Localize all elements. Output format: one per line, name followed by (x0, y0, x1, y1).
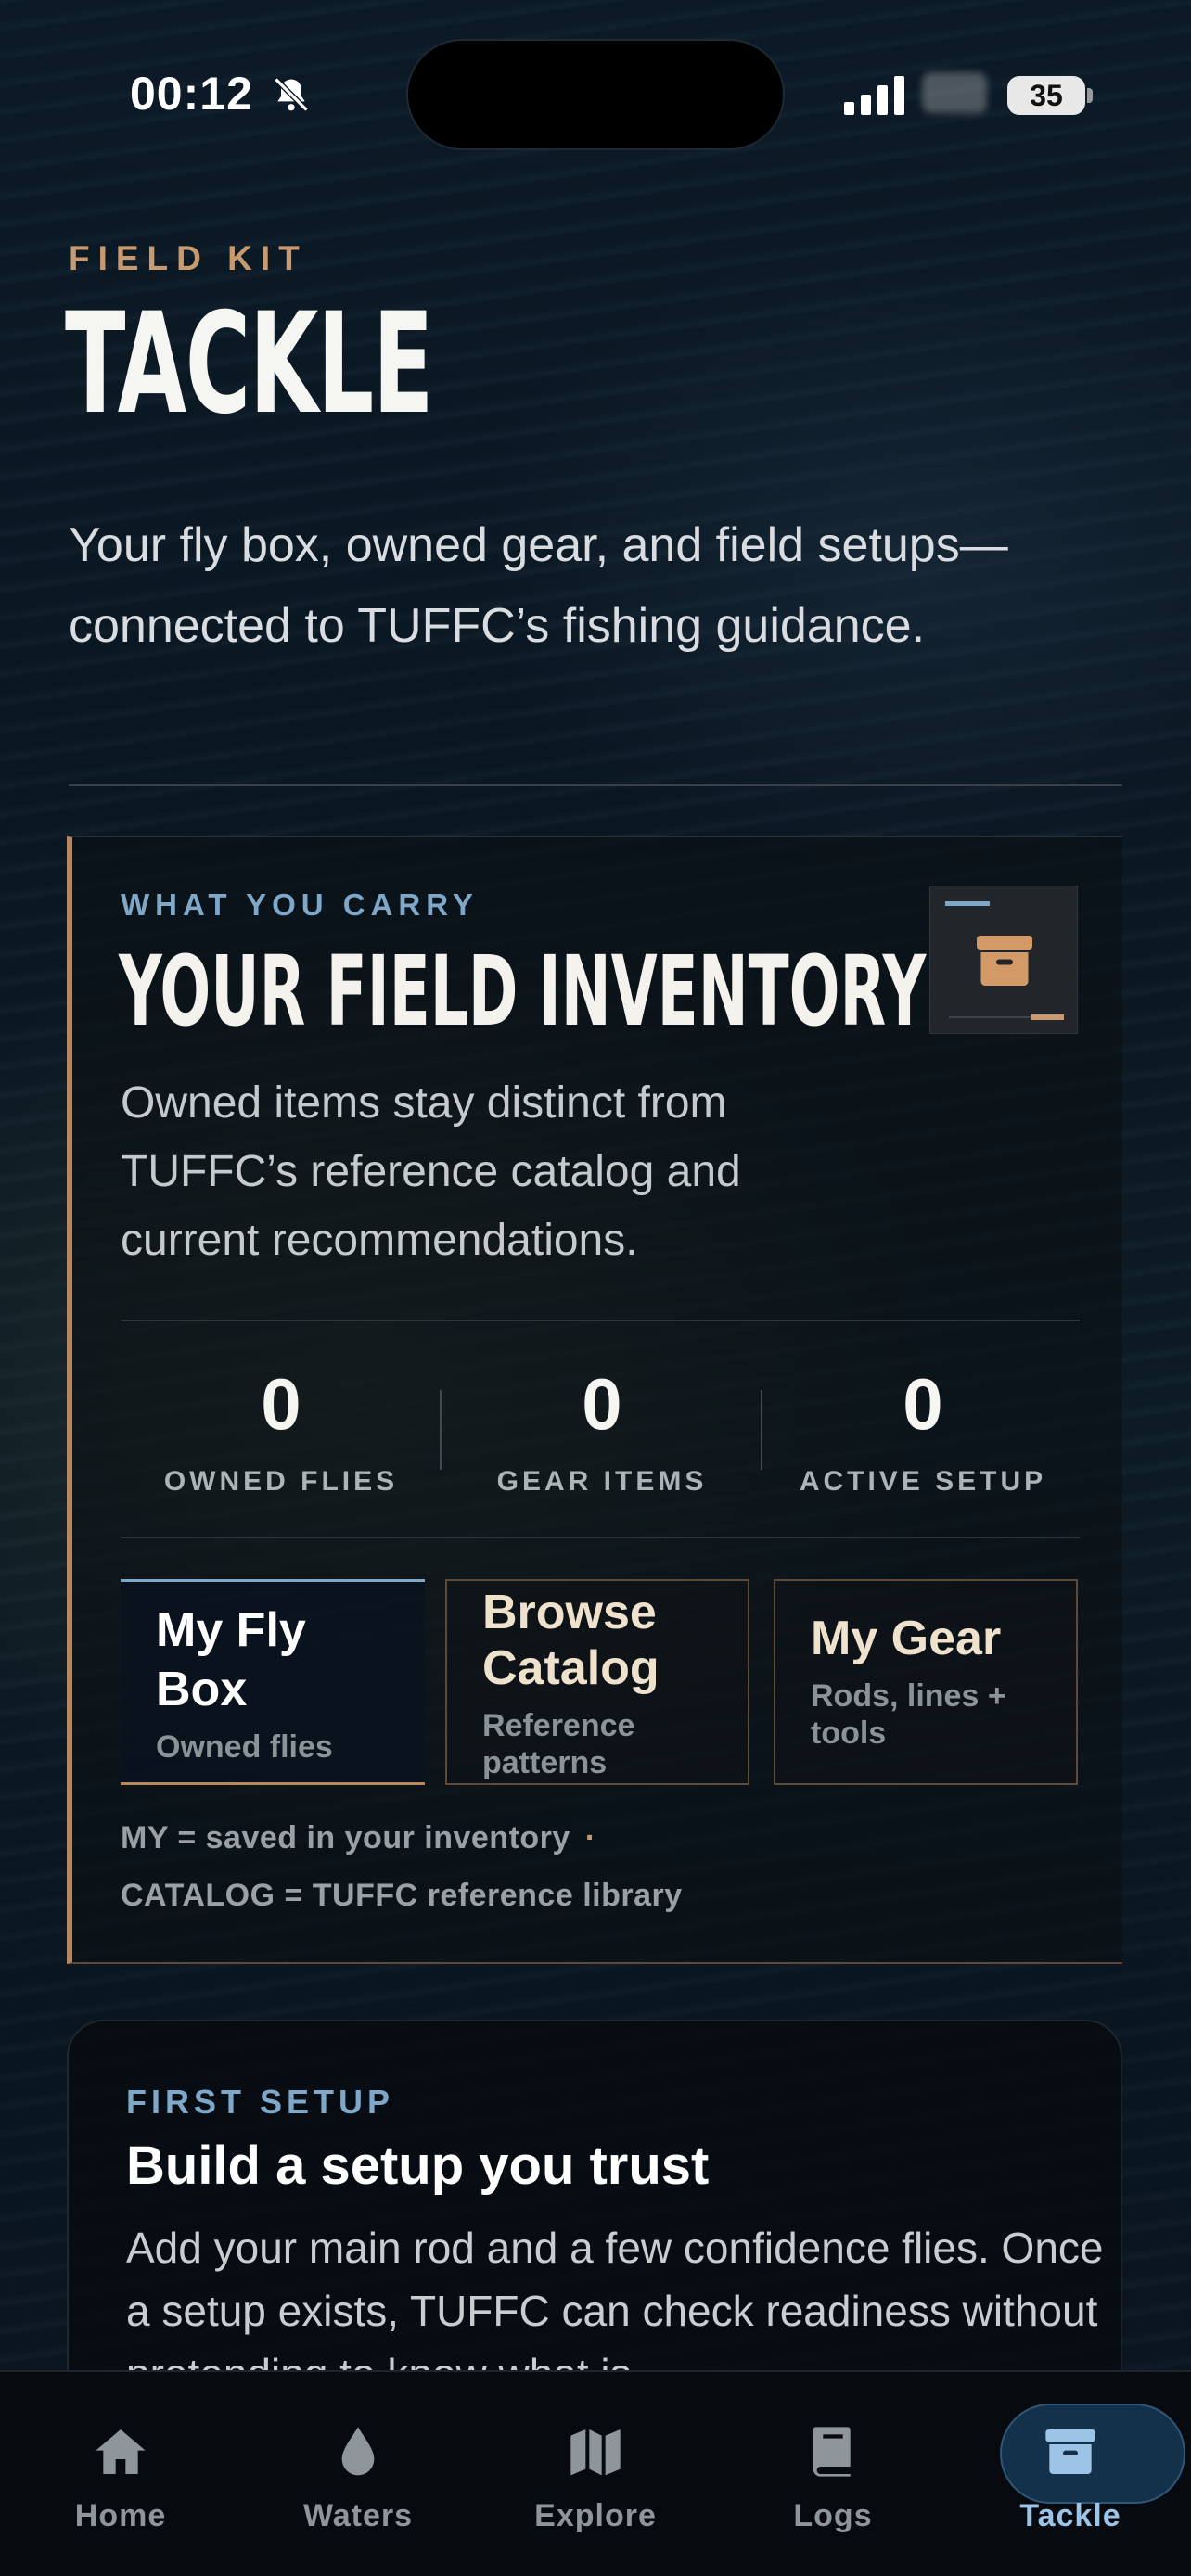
page-intro: Your fly box, owned gear, and field setu… (69, 518, 1008, 653)
tab-label: Waters (302, 2498, 414, 2533)
tab-label: Home (74, 2498, 167, 2533)
legend-my-text: MY = saved in your inventory (121, 1820, 570, 1855)
stat-active-setup: 0 ACTIVE SETUP (762, 1368, 1083, 1498)
tile-subtitle-line1: Reference (482, 1708, 635, 1743)
tab-logs[interactable]: Logs (714, 2372, 952, 2557)
tab-tackle[interactable]: Tackle (952, 2372, 1189, 2557)
page-title: TACKLE (65, 284, 434, 445)
browse-catalog-button[interactable]: Browse Catalog Reference patterns (445, 1579, 749, 1785)
tab-waters[interactable]: Waters (239, 2372, 477, 2557)
tile-title-line1: Browse (482, 1586, 657, 1639)
page-eyebrow: FIELD KIT (69, 239, 308, 277)
setup-title: Build a setup you trust (126, 2136, 710, 2196)
legend-catalog: CATALOG = TUFFC reference library (121, 1878, 683, 1913)
tab-explore[interactable]: Explore (477, 2372, 714, 2557)
book-icon (813, 2427, 851, 2477)
carrier-indicator (922, 72, 987, 113)
my-gear-button[interactable]: My Gear Rods, lines + tools (774, 1579, 1078, 1785)
inventory-title: YOUR FIELD INVENTORY (119, 935, 927, 1048)
stat-owned-flies: 0 OWNED FLIES (121, 1368, 442, 1498)
tile-title: My Gear (811, 1612, 1002, 1665)
stats-divider-bottom (121, 1537, 1080, 1538)
stat-label: OWNED FLIES (163, 1466, 399, 1497)
inventory-description: Owned items stay distinct from TUFFC’s r… (121, 1078, 741, 1265)
stat-gear-items: 0 GEAR ITEMS (442, 1368, 762, 1498)
stat-label: GEAR ITEMS (496, 1466, 708, 1497)
tile-title-line1: My Fly (156, 1603, 306, 1657)
inventory-badge (929, 886, 1078, 1034)
bell-slash-icon (274, 77, 309, 112)
archive-box-icon (1045, 2429, 1095, 2474)
tile-subtitle-line2: patterns (482, 1745, 608, 1780)
tab-bar: Home Waters Explore Logs Tackle (0, 2370, 1191, 2576)
legend-my: MY = saved in your inventory · (121, 1820, 596, 1856)
tab-home[interactable]: Home (2, 2372, 239, 2557)
home-icon (96, 2429, 146, 2474)
tab-label: Tackle (1019, 2498, 1121, 2533)
setup-eyebrow: FIRST SETUP (126, 2083, 395, 2121)
status-time: 00:12 (130, 68, 253, 120)
tab-label: Explore (534, 2498, 657, 2533)
battery-icon: 35 (1007, 76, 1085, 115)
tile-subtitle-line1: Rods, lines + (811, 1678, 1006, 1714)
stat-value: 0 (261, 1363, 301, 1445)
archive-box-icon (977, 936, 1032, 986)
tab-label: Logs (793, 2498, 873, 2533)
badge-accent-copper (1031, 1014, 1064, 1020)
battery-tip (1087, 88, 1093, 103)
badge-rule (949, 1016, 1032, 1018)
tile-title-line2: Catalog (482, 1641, 660, 1695)
my-fly-box-button[interactable]: My Fly Box Owned flies (121, 1579, 425, 1785)
first-setup-card[interactable]: FIRST SETUP Build a setup you trust Add … (67, 2020, 1122, 2409)
stat-label: ACTIVE SETUP (799, 1466, 1047, 1497)
stat-value: 0 (582, 1363, 622, 1445)
map-icon (570, 2429, 621, 2476)
tile-subtitle: Owned flies (156, 1729, 333, 1765)
tile-subtitle-line2: tools (811, 1715, 887, 1751)
inventory-card: WHAT YOU CARRY YOUR FIELD INVENTORY Owne… (67, 836, 1122, 1964)
inventory-eyebrow: WHAT YOU CARRY (121, 887, 479, 922)
cellular-signal-icon (844, 76, 904, 115)
status-bar: 00:12 35 (0, 0, 1191, 185)
water-drop-icon (341, 2427, 375, 2476)
header-divider (69, 784, 1122, 786)
legend-dot: · (584, 1820, 596, 1855)
dynamic-island (406, 39, 785, 150)
stat-value: 0 (903, 1363, 943, 1445)
badge-accent-blue (945, 901, 990, 906)
tile-title-line2: Box (156, 1663, 248, 1716)
stats-divider-top (121, 1320, 1080, 1321)
